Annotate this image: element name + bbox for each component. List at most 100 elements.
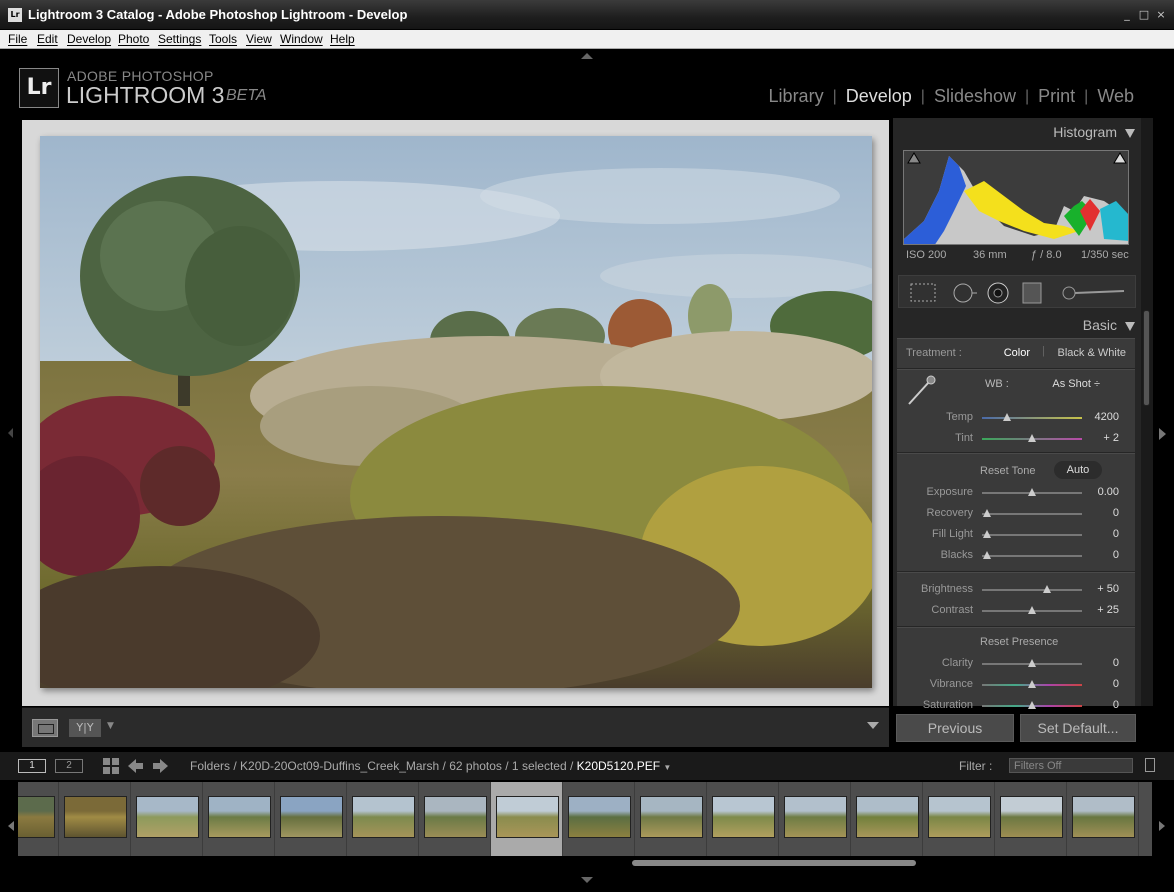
adjustment-brush-icon[interactable] [1062, 286, 1125, 300]
arrow-left-icon[interactable] [128, 758, 144, 774]
maximize-button[interactable]: □ [1137, 8, 1151, 22]
contrast-slider-knob[interactable] [1028, 606, 1036, 614]
chevron-down-icon[interactable]: ▼ [663, 763, 671, 772]
filmstrip-thumbnail[interactable] [568, 796, 631, 838]
filmstrip-thumbnail[interactable] [64, 796, 127, 838]
secondary-display-button[interactable]: 2 [55, 759, 83, 773]
treatment-bw-button[interactable]: Black & White [1050, 347, 1126, 359]
filmstrip-cell[interactable] [923, 782, 995, 856]
photo-preview[interactable] [40, 136, 872, 688]
fill-light-value[interactable]: 0 [1086, 528, 1119, 540]
filmstrip-thumbnail[interactable] [352, 796, 415, 838]
filmstrip-left-arrow-icon[interactable] [8, 821, 14, 831]
histogram-header[interactable]: Histogram [893, 124, 1135, 140]
menu-window[interactable]: Window [280, 32, 323, 46]
clarity-value[interactable]: 0 [1086, 657, 1119, 669]
temp-slider-track[interactable] [982, 417, 1082, 419]
filmstrip-path[interactable]: Folders / K20D-20Oct09-Duffins_Creek_Mar… [190, 759, 671, 773]
filmstrip-cell[interactable] [491, 782, 563, 856]
temp-slider-knob[interactable] [1003, 413, 1011, 421]
module-print[interactable]: Print [1038, 86, 1075, 107]
filmstrip-cell[interactable] [131, 782, 203, 856]
saturation-value[interactable]: 0 [1086, 699, 1119, 711]
temp-value[interactable]: 4200 [1086, 411, 1119, 423]
basic-header[interactable]: Basic [893, 317, 1135, 333]
filmstrip-cell[interactable] [1067, 782, 1139, 856]
filmstrip-cell[interactable] [707, 782, 779, 856]
filmstrip-cell[interactable] [18, 782, 59, 856]
filmstrip-thumbnail[interactable] [18, 796, 55, 838]
filmstrip-thumbnail[interactable] [1072, 796, 1135, 838]
tint-slider-knob[interactable] [1028, 434, 1036, 442]
blacks-slider-track[interactable] [982, 555, 1082, 557]
collapse-right-panel-icon[interactable] [1159, 428, 1166, 440]
menu-tools[interactable]: Tools [209, 32, 237, 46]
reset-presence-button[interactable]: Reset Presence [980, 636, 1058, 648]
minimize-button[interactable]: _ [1120, 8, 1134, 22]
vibrance-value[interactable]: 0 [1086, 678, 1119, 690]
filmstrip-thumbnail[interactable] [640, 796, 703, 838]
menu-view[interactable]: View [246, 32, 272, 46]
previous-button[interactable]: Previous [896, 714, 1014, 742]
primary-display-button[interactable]: 1 [18, 759, 46, 773]
vibrance-slider-knob[interactable] [1028, 680, 1036, 688]
scrollbar-thumb[interactable] [1143, 310, 1150, 406]
filmstrip-cell[interactable] [779, 782, 851, 856]
collapse-bottom-panel-icon[interactable] [581, 877, 593, 883]
filmstrip-cell[interactable] [995, 782, 1067, 856]
set-default-button[interactable]: Set Default... [1020, 714, 1136, 742]
exposure-value[interactable]: 0.00 [1086, 486, 1119, 498]
module-library[interactable]: Library [769, 86, 824, 107]
menu-edit[interactable]: Edit [37, 32, 58, 46]
filmstrip-cell[interactable] [275, 782, 347, 856]
recovery-slider-track[interactable] [982, 513, 1082, 515]
fill-light-slider-knob[interactable] [983, 530, 991, 538]
graduated-filter-icon[interactable] [1022, 282, 1042, 304]
filmstrip-cell[interactable] [347, 782, 419, 856]
reset-tone-button[interactable]: Reset Tone [980, 465, 1035, 477]
grid-view-icon[interactable] [103, 758, 119, 774]
filter-lock-icon[interactable] [1145, 758, 1155, 772]
menu-help[interactable]: Help [330, 32, 355, 46]
clarity-slider-knob[interactable] [1028, 659, 1036, 667]
close-button[interactable]: × [1154, 8, 1168, 22]
menu-settings[interactable]: Settings [158, 32, 201, 46]
menu-develop[interactable]: Develop [67, 32, 111, 46]
tint-value[interactable]: + 2 [1086, 432, 1119, 444]
eyedropper-icon[interactable] [903, 374, 939, 408]
filmstrip-thumbnail[interactable] [1000, 796, 1063, 838]
filmstrip-cell[interactable] [203, 782, 275, 856]
collapse-left-panel-icon[interactable] [8, 428, 13, 438]
filmstrip-thumbnail[interactable] [496, 796, 559, 838]
menu-photo[interactable]: Photo [118, 32, 149, 46]
blacks-slider-knob[interactable] [983, 551, 991, 559]
filmstrip-cell[interactable] [635, 782, 707, 856]
filmstrip-thumbnail[interactable] [856, 796, 919, 838]
filmstrip-cell[interactable] [563, 782, 635, 856]
selected-filename[interactable]: K20D5120.PEF [577, 759, 660, 773]
filmstrip-cell[interactable] [851, 782, 923, 856]
loupe-view-button[interactable] [32, 719, 58, 737]
brightness-slider-knob[interactable] [1043, 585, 1051, 593]
recovery-value[interactable]: 0 [1086, 507, 1119, 519]
filter-dropdown[interactable]: Filters Off [1009, 758, 1133, 773]
arrow-right-icon[interactable] [152, 758, 168, 774]
menu-file[interactable]: File [8, 32, 27, 46]
wb-dropdown[interactable]: As Shot ÷ [1030, 378, 1100, 390]
crop-tool-icon[interactable] [910, 283, 936, 302]
saturation-slider-knob[interactable] [1028, 701, 1036, 709]
blacks-value[interactable]: 0 [1086, 549, 1119, 561]
filmstrip-thumbnail[interactable] [928, 796, 991, 838]
right-panel-scrollbar[interactable] [1141, 118, 1153, 706]
brightness-slider-track[interactable] [982, 589, 1082, 591]
filmstrip-thumbnail[interactable] [712, 796, 775, 838]
filmstrip-thumbnail[interactable] [208, 796, 271, 838]
recovery-slider-knob[interactable] [983, 509, 991, 517]
module-develop[interactable]: Develop [846, 86, 912, 107]
spot-removal-icon[interactable] [953, 283, 977, 303]
chevron-down-icon[interactable]: ▼ [107, 721, 114, 731]
before-after-button[interactable]: Y|Y [69, 719, 101, 737]
filmstrip-thumbnail[interactable] [784, 796, 847, 838]
filmstrip-thumbnail[interactable] [424, 796, 487, 838]
filmstrip-scrollbar[interactable] [632, 860, 916, 866]
